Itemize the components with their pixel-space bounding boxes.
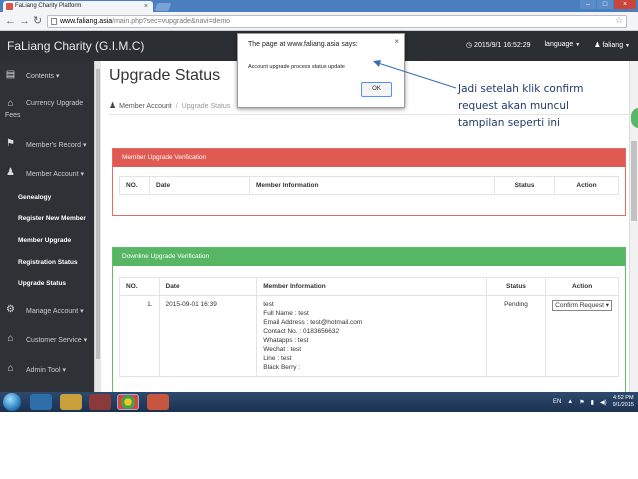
system-tray: EN ▲ ⚑ ▮ ◀) 4:52 PM 9/1/2015 — [553, 395, 634, 409]
start-button[interactable] — [3, 393, 21, 411]
network-icon[interactable]: ▮ — [591, 399, 594, 406]
screenshot: FaLiang Charity Platform × – □ × ← → ↻ w… — [0, 0, 638, 412]
taskbar: EN ▲ ⚑ ▮ ◀) 4:52 PM 9/1/2015 — [0, 392, 638, 412]
volume-icon[interactable]: ◀) — [600, 399, 607, 406]
annotation-line: tampilan seperti ini — [458, 117, 560, 129]
powerpoint-icon[interactable] — [147, 394, 169, 410]
media-app-icon[interactable] — [89, 394, 111, 410]
clock-time: 4:52 PM — [613, 395, 634, 401]
annotation-text: Jadi setelah klik confirm request akan m… — [458, 81, 634, 132]
chrome-icon[interactable] — [117, 394, 139, 410]
annotation-arrow — [373, 60, 457, 89]
annotation-line: Jadi setelah klik confirm — [458, 83, 584, 95]
taskbar-clock[interactable]: 4:52 PM 9/1/2015 — [613, 395, 634, 409]
tray-arrow-icon[interactable]: ▲ — [567, 399, 573, 405]
explorer-folder-icon[interactable] — [60, 394, 82, 410]
clock-date: 9/1/2015 — [612, 402, 634, 408]
annotation-line: request akan muncul — [458, 100, 569, 112]
language-indicator[interactable]: EN — [553, 399, 561, 405]
ie-icon[interactable] — [30, 394, 52, 410]
annotation-arrow-line — [377, 62, 457, 89]
annotation-arrow-head — [373, 60, 381, 67]
flag-icon[interactable]: ⚑ — [579, 399, 584, 406]
